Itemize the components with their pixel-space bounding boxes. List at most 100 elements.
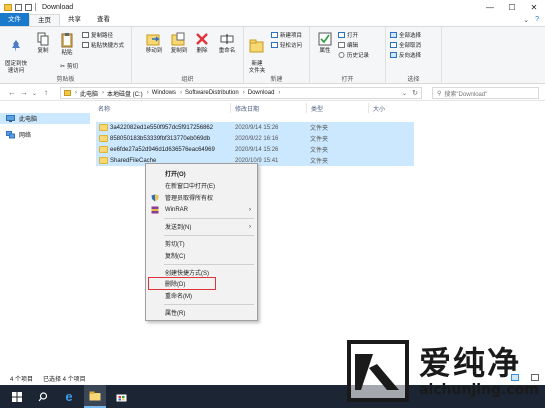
crumb-windows[interactable]: Windows <box>152 90 176 96</box>
menu-item-send-to[interactable]: 发送到(N) › <box>146 221 257 232</box>
nav-label-this-pc: 此电脑 <box>19 117 38 123</box>
search-icon <box>38 391 48 401</box>
file-name: 858050183b53339fbf313770eb069db <box>110 135 211 142</box>
paste-shortcut-button[interactable]: 粘贴快捷方式 <box>82 41 124 49</box>
open-button[interactable]: 打开 <box>338 31 358 39</box>
folder-icon <box>99 135 108 142</box>
menu-item-open-new-window[interactable]: 在新窗口中打开(E) <box>146 180 257 191</box>
column-header-size[interactable]: 大小 <box>373 104 385 113</box>
select-all-button[interactable]: 全部选择 <box>390 31 421 39</box>
tab-view[interactable]: 查看 <box>89 14 118 26</box>
ribbon-right-controls: ⌄ ? <box>523 16 539 24</box>
edge-taskbar-button[interactable]: e <box>58 385 80 408</box>
copy-button[interactable]: 复制 <box>33 32 53 55</box>
history-button[interactable]: 历史记录 <box>338 51 369 59</box>
column-header-type[interactable]: 类型 <box>311 104 323 113</box>
address-dropdown-icon[interactable]: ⌄ <box>402 90 407 97</box>
column-separator <box>306 103 307 113</box>
menu-item-copy[interactable]: 复制(C) <box>146 250 257 261</box>
title-separator <box>35 3 36 11</box>
menu-item-take-ownership[interactable]: 管理员取得所有权 <box>146 192 257 203</box>
menu-item-cut[interactable]: 剪切(T) <box>146 238 257 249</box>
title-bar: Download — ☐ ✕ <box>0 0 545 14</box>
select-group-label: 选择 <box>407 77 420 83</box>
watermark-logo-icon <box>355 354 399 390</box>
address-bar[interactable]: › 此电脑 › 本地磁盘 (C:) › Windows › SoftwareDi… <box>60 87 422 99</box>
easy-access-button[interactable]: 轻松访问 <box>271 41 302 49</box>
maximize-button[interactable]: ☐ <box>501 0 523 14</box>
move-to-button[interactable]: 移动到 <box>142 32 166 55</box>
close-button[interactable]: ✕ <box>523 0 545 14</box>
history-label: 历史记录 <box>347 53 370 59</box>
help-icon[interactable]: ? <box>535 16 539 24</box>
crumb-this-pc[interactable]: 此电脑 <box>80 89 98 98</box>
file-row[interactable]: 858050183b53339fbf313770eb069db 2020/9/2… <box>96 133 414 144</box>
nav-item-network[interactable]: 网络 <box>0 129 90 140</box>
scissors-icon: ✂ <box>60 63 66 70</box>
forward-arrow-icon[interactable]: → <box>20 88 28 97</box>
invert-selection-icon <box>390 52 397 58</box>
tab-share[interactable]: 共享 <box>60 14 89 26</box>
new-group-label: 新建 <box>270 77 283 83</box>
store-taskbar-button[interactable] <box>110 385 132 408</box>
crumb-software-distribution[interactable]: SoftwareDistribution <box>185 90 239 96</box>
tab-file[interactable]: 文件 <box>0 13 29 26</box>
file-name: 3a422082ed1e550f957dc5f917256862 <box>110 124 214 131</box>
tab-home[interactable]: 主页 <box>29 14 60 26</box>
column-header-date[interactable]: 修改日期 <box>235 104 259 113</box>
start-button[interactable] <box>6 385 28 408</box>
menu-item-create-shortcut[interactable]: 创建快捷方式(S) <box>146 267 257 278</box>
crumb-separator: › <box>75 90 77 96</box>
paste-shortcut-label: 粘贴快捷方式 <box>91 43 125 49</box>
refresh-icon[interactable]: ↻ <box>412 89 418 97</box>
up-arrow-icon[interactable]: ↑ <box>44 88 48 97</box>
menu-item-rename[interactable]: 重命名(M) <box>146 290 257 301</box>
copy-path-button[interactable]: 复制路径 <box>82 31 113 39</box>
file-type: 文件夹 <box>310 126 329 132</box>
file-row[interactable]: ee6fde27a52d946d1d636576eac64969 2020/9/… <box>96 144 414 155</box>
recent-chevron-icon[interactable]: ⌄ <box>32 90 37 97</box>
new-folder-icon <box>249 39 264 52</box>
menu-item-winrar[interactable]: WinRAR › <box>146 204 257 215</box>
properties-label: 属性 <box>319 48 331 54</box>
new-folder-quick-icon[interactable] <box>25 3 32 11</box>
copy-to-button[interactable]: 复制到 <box>167 32 191 55</box>
paste-button[interactable]: 粘贴 <box>55 32 79 57</box>
rename-button[interactable]: 重命名 <box>214 32 240 55</box>
crumb-local-disk[interactable]: 本地磁盘 (C:) <box>107 89 143 98</box>
file-row[interactable]: 3a422082ed1e550f957dc5f917256862 2020/9/… <box>96 122 414 133</box>
properties-button[interactable]: 属性 <box>314 32 336 55</box>
search-taskbar-button[interactable] <box>32 385 54 408</box>
cut-button[interactable]: ✂ 剪切 <box>60 62 78 71</box>
menu-item-open[interactable]: 打开(O) <box>146 168 257 179</box>
explorer-taskbar-button[interactable] <box>84 385 106 408</box>
edit-button[interactable]: 编辑 <box>338 41 358 49</box>
menu-item-delete[interactable]: 删除(D) <box>148 277 216 290</box>
invert-selection-button[interactable]: 反向选择 <box>390 51 421 59</box>
back-arrow-icon[interactable]: ← <box>8 88 16 97</box>
delete-button[interactable]: 删除 <box>192 32 212 55</box>
copy-folder-icon <box>171 32 185 46</box>
select-none-button[interactable]: 全部取消 <box>390 41 421 49</box>
organize-group: 移动到 复制到 删除 重命名 组织 <box>132 27 244 84</box>
address-row: ← → ⌄ ↑ › 此电脑 › 本地磁盘 (C:) › Windows › So… <box>0 85 545 101</box>
new-item-button[interactable]: 新建项目 <box>271 31 302 39</box>
ribbon-collapse-icon[interactable]: ⌄ <box>523 16 529 24</box>
ribbon-tabs: 文件 主页 共享 查看 ⌄ ? <box>0 13 545 27</box>
menu-separator <box>164 264 254 265</box>
pin-quick-access-button[interactable]: 固定到快 速访问 <box>3 32 29 74</box>
properties-quick-icon[interactable] <box>15 3 22 11</box>
search-input[interactable]: ⚲ 搜索"Download" <box>432 87 539 99</box>
minimize-button[interactable]: — <box>479 0 501 14</box>
selected-count: 已选择 4 个项目 <box>43 376 86 383</box>
folder-icon <box>99 157 108 164</box>
file-type: 文件夹 <box>310 148 329 154</box>
crumb-download[interactable]: Download <box>248 90 275 96</box>
new-folder-button[interactable]: 新建 文件夹 <box>244 32 270 74</box>
menu-item-properties[interactable]: 属性(R) <box>146 307 257 318</box>
file-name: ee6fde27a52d946d1d636576eac64969 <box>110 146 215 153</box>
column-header-name[interactable]: 名称 <box>98 104 110 113</box>
watermark: 爱纯净 aichunjing.com <box>347 336 545 408</box>
menu-separator <box>164 235 254 236</box>
nav-item-this-pc[interactable]: 此电脑 <box>0 113 90 124</box>
